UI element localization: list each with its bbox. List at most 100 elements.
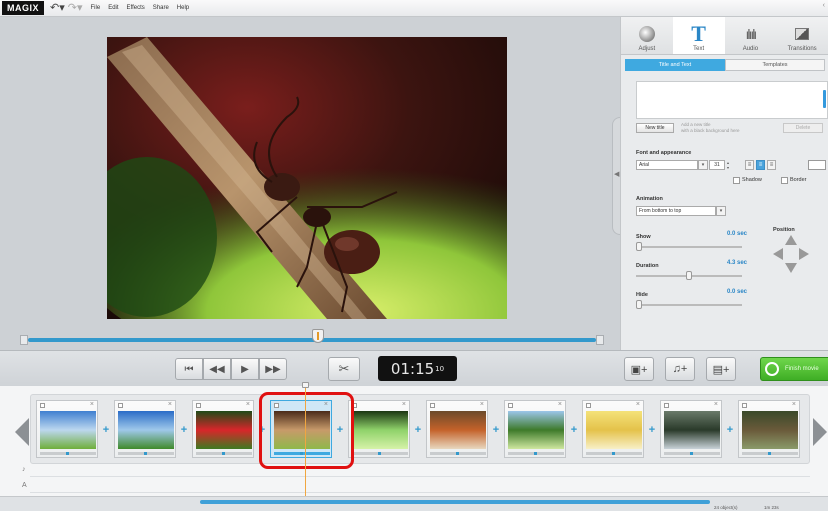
clip-remove-icon[interactable]: ×	[558, 401, 562, 408]
fast-forward-button[interactable]: ▶▶	[259, 358, 287, 380]
clip-remove-icon[interactable]: ×	[636, 401, 640, 408]
clip-remove-icon[interactable]: ×	[402, 401, 406, 408]
go-to-start-button[interactable]: ⏮	[175, 358, 203, 380]
clip-duration-bar[interactable]	[118, 452, 174, 455]
animation-dropdown-icon[interactable]: ▾	[716, 206, 726, 216]
position-down-arrow-icon[interactable]	[785, 263, 797, 273]
clip-duration-bar[interactable]	[586, 452, 642, 455]
duration-slider[interactable]	[636, 271, 742, 280]
clip-1[interactable]: ×	[36, 400, 98, 458]
clip-duration-bar[interactable]	[196, 452, 252, 455]
finish-movie-button[interactable]: Finish movie	[760, 357, 828, 381]
animation-select[interactable]: From bottom to top	[636, 206, 716, 216]
window-close-icon[interactable]: ‹	[823, 2, 825, 9]
insert-transition-plus-icon[interactable]: +	[179, 424, 189, 436]
timeline-playhead[interactable]	[305, 385, 306, 500]
clip-select-checkbox[interactable]	[664, 403, 669, 408]
rewind-button[interactable]: ◀◀	[203, 358, 231, 380]
scrub-position-knob[interactable]	[312, 329, 324, 343]
font-size-field[interactable]: 31	[709, 160, 725, 170]
align-right-button[interactable]: ≡	[767, 160, 776, 170]
clip-duration-bar[interactable]	[742, 452, 798, 455]
add-photo-button[interactable]: ▣+	[624, 357, 654, 381]
font-dropdown-icon[interactable]: ▾	[698, 160, 708, 170]
tab-transitions[interactable]: Transitions	[776, 17, 828, 54]
playhead-handle[interactable]	[302, 382, 309, 388]
position-up-arrow-icon[interactable]	[785, 235, 797, 245]
clip-2[interactable]: ×	[114, 400, 176, 458]
align-center-button[interactable]: ≡	[756, 160, 765, 170]
duration-slider-knob[interactable]	[686, 271, 692, 280]
clip-8[interactable]: ×	[582, 400, 644, 458]
clip-duration-bar[interactable]	[664, 452, 720, 455]
subtab-templates[interactable]: Templates	[725, 59, 825, 71]
clip-select-checkbox[interactable]	[430, 403, 435, 408]
clip-remove-icon[interactable]: ×	[792, 401, 796, 408]
trim-in-handle[interactable]	[20, 335, 28, 345]
clip-5[interactable]: ×	[348, 400, 410, 458]
timeline-scrollbar[interactable]: 24 object(s) 1m 23s	[0, 496, 828, 511]
clip-duration-bar[interactable]	[352, 452, 408, 455]
title-text-area[interactable]	[636, 81, 828, 119]
position-left-arrow-icon[interactable]	[773, 248, 783, 260]
font-family-select[interactable]: Arial	[636, 160, 698, 170]
hide-slider-knob[interactable]	[636, 300, 642, 309]
menu-help[interactable]: Help	[177, 5, 189, 11]
shadow-checkbox[interactable]	[733, 177, 740, 184]
tab-adjust[interactable]: Adjust	[621, 17, 673, 54]
text-area-scrollbar[interactable]	[823, 90, 826, 108]
menu-edit[interactable]: Edit	[108, 5, 118, 11]
delete-title-button[interactable]: Delete	[783, 123, 823, 133]
border-checkbox[interactable]	[781, 177, 788, 184]
add-video-button[interactable]: ▤+	[706, 357, 736, 381]
clip-remove-icon[interactable]: ×	[90, 401, 94, 408]
play-button[interactable]: ▶	[231, 358, 259, 380]
clip-duration-bar[interactable]	[40, 452, 96, 455]
menu-share[interactable]: Share	[153, 5, 169, 11]
insert-transition-plus-icon[interactable]: +	[725, 424, 735, 436]
subtab-title-and-text[interactable]: Title and Text	[625, 59, 725, 71]
clip-select-checkbox[interactable]	[40, 403, 45, 408]
new-title-button[interactable]: New title	[636, 123, 674, 133]
clip-remove-icon[interactable]: ×	[480, 401, 484, 408]
timeline-scroll-thumb[interactable]	[200, 500, 710, 504]
insert-transition-plus-icon[interactable]: +	[413, 424, 423, 436]
clip-remove-icon[interactable]: ×	[168, 401, 172, 408]
clip-remove-icon[interactable]: ×	[714, 401, 718, 408]
cut-button[interactable]: ✂	[328, 357, 360, 381]
undo-arrow-icon[interactable]: ↶▾	[50, 2, 65, 14]
show-slider-knob[interactable]	[636, 242, 642, 251]
clip-select-checkbox[interactable]	[118, 403, 123, 408]
redo-arrow-icon[interactable]: ↷▾	[68, 2, 83, 14]
add-music-button[interactable]: ♫+	[665, 357, 695, 381]
align-left-button[interactable]: ≡	[745, 160, 754, 170]
hide-slider[interactable]	[636, 300, 742, 309]
menu-file[interactable]: File	[91, 5, 101, 11]
clip-select-checkbox[interactable]	[742, 403, 747, 408]
clip-9[interactable]: ×	[660, 400, 722, 458]
tab-audio[interactable]: ılıılı Audio	[725, 17, 777, 54]
font-size-spinner-icon[interactable]: ▴ ▾	[725, 160, 731, 170]
storyboard-scroll-left-icon[interactable]	[15, 418, 29, 446]
show-slider[interactable]	[636, 242, 742, 251]
clip-remove-icon[interactable]: ×	[246, 401, 250, 408]
clip-select-checkbox[interactable]	[508, 403, 513, 408]
clip-10[interactable]: ×	[738, 400, 800, 458]
clip-select-checkbox[interactable]	[586, 403, 591, 408]
insert-transition-plus-icon[interactable]: +	[647, 424, 657, 436]
clip-7[interactable]: ×	[504, 400, 566, 458]
insert-transition-plus-icon[interactable]: +	[569, 424, 579, 436]
clip-select-checkbox[interactable]	[196, 403, 201, 408]
clip-3[interactable]: ×	[192, 400, 254, 458]
clip-duration-bar[interactable]	[508, 452, 564, 455]
trim-out-handle[interactable]	[596, 335, 604, 345]
menu-effects[interactable]: Effects	[127, 5, 145, 11]
font-color-swatch[interactable]	[808, 160, 826, 170]
tab-text[interactable]: T Text	[672, 17, 725, 54]
insert-transition-plus-icon[interactable]: +	[101, 424, 111, 436]
clip-6[interactable]: ×	[426, 400, 488, 458]
insert-transition-plus-icon[interactable]: +	[491, 424, 501, 436]
storyboard-scroll-right-icon[interactable]	[813, 418, 827, 446]
position-right-arrow-icon[interactable]	[799, 248, 809, 260]
clip-duration-bar[interactable]	[430, 452, 486, 455]
